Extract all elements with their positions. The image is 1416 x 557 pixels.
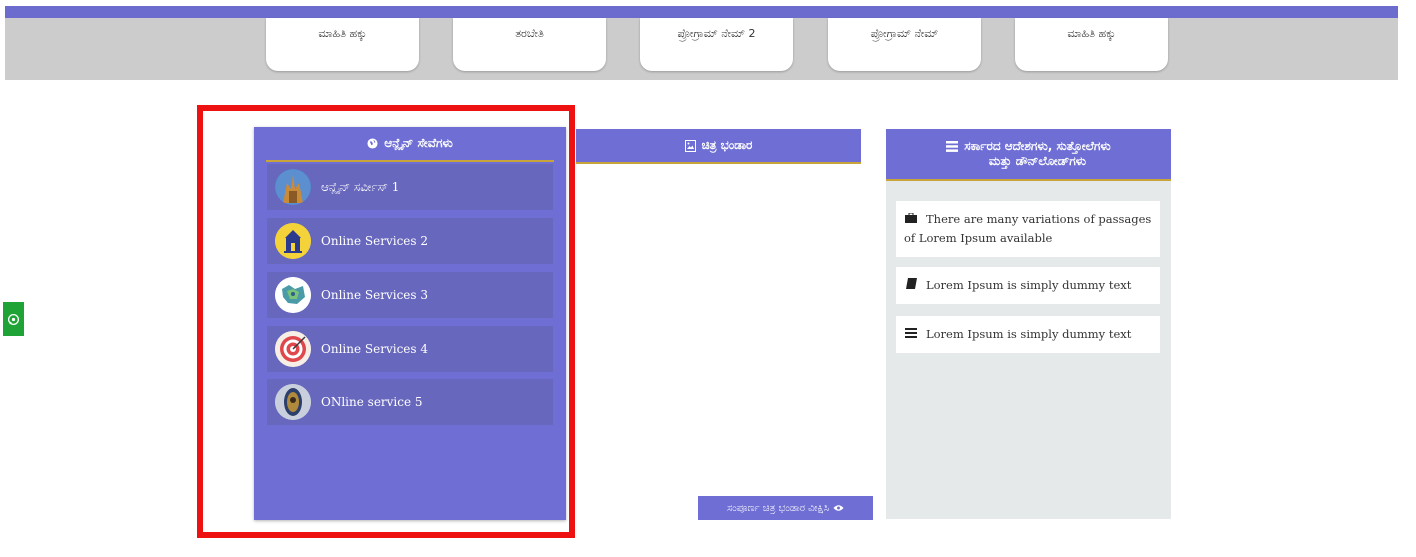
- view-full-gallery-label: ಸಂಪೂರ್ಣ ಚಿತ್ರ ಭಂಡಾರ ವೀಕ್ಷಿಸಿ: [726, 502, 830, 514]
- view-full-gallery-button[interactable]: ಸಂಪೂರ್ಣ ಚಿತ್ರ ಭಂಡಾರ ವೀಕ್ಷಿಸಿ: [698, 496, 873, 520]
- list-icon: [904, 325, 918, 344]
- list-icon: [946, 141, 959, 152]
- image-file-icon: [684, 139, 696, 152]
- tab-rti-1[interactable]: ಮಾಹಿತಿ ಹಕ್ಕು: [266, 18, 419, 71]
- order-item-text: Lorem Ipsum is simply dummy text: [926, 278, 1132, 292]
- order-item-2[interactable]: Lorem Ipsum is simply dummy text: [896, 267, 1160, 304]
- orders-title-line2: ಮತ್ತು ಡೌನ್‌ಲೋಡ್‌ಗಳು: [988, 154, 1087, 168]
- tab-label: ಪ್ರೋಗ್ರಾಮ್ ನೇಮ್: [870, 27, 939, 40]
- tab-label: ಮಾಹಿತಿ ಹಕ್ಕು: [1067, 27, 1116, 40]
- tab-label: ತರಬೇತಿ: [515, 27, 544, 40]
- building-icon: [275, 223, 311, 259]
- top-accent-bar: [5, 6, 1398, 18]
- service-item-5[interactable]: ONline service 5: [267, 379, 553, 425]
- tab-rti-2[interactable]: ಮಾಹಿತಿ ಹಕ್ಕು: [1015, 18, 1168, 71]
- tab-program-name-2[interactable]: ಪ್ರೋಗ್ರಾಮ್ ನೇಮ್ 2: [640, 18, 793, 71]
- briefcase-icon: [904, 210, 918, 229]
- gallery-header: ಚಿತ್ರ ಭಂಡಾರ: [576, 129, 861, 164]
- online-services-header: ಆನ್ಲೈನ್ ಸೇವೆಗಳು: [254, 127, 566, 162]
- order-item-3[interactable]: Lorem Ipsum is simply dummy text: [896, 316, 1160, 353]
- online-services-panel: ಆನ್ಲೈನ್ ಸೇವೆಗಳು ಆನ್ಲೈನ್ ಸರ್ವೀಸ್ 1 Online…: [254, 127, 566, 520]
- shrine-icon: [275, 384, 311, 420]
- service-item-1[interactable]: ಆನ್ಲೈನ್ ಸರ್ವೀಸ್ 1: [267, 164, 553, 210]
- online-services-title: ಆನ್ಲೈನ್ ಸೇವೆಗಳು: [384, 136, 453, 150]
- tab-label: ಮಾಹಿತಿ ಹಕ್ಕು: [318, 27, 367, 40]
- service-item-2[interactable]: Online Services 2: [267, 218, 553, 264]
- orders-list: There are many variations of passages of…: [886, 181, 1171, 519]
- service-item-4[interactable]: Online Services 4: [267, 326, 553, 372]
- service-item-3[interactable]: Online Services 3: [267, 272, 553, 318]
- service-label: ONline service 5: [321, 395, 423, 409]
- temple-icon: [275, 169, 311, 205]
- order-item-1[interactable]: There are many variations of passages of…: [896, 201, 1160, 257]
- target-icon: [275, 331, 311, 367]
- whatsapp-icon: [7, 313, 20, 325]
- order-item-text: There are many variations of passages of…: [904, 212, 1152, 245]
- service-label: Online Services 2: [321, 234, 428, 248]
- gallery-title: ಚಿತ್ರ ಭಂಡಾರ: [701, 138, 753, 152]
- orders-title-line1: ಸರ್ಕಾರದ ಆದೇಶಗಳು, ಸುತ್ತೋಲೆಗಳು: [964, 139, 1111, 153]
- service-label: Online Services 4: [321, 342, 428, 356]
- globe-icon: [367, 138, 378, 149]
- whatsapp-button[interactable]: [3, 302, 24, 336]
- header-underline: [576, 162, 861, 164]
- header-underline: [266, 160, 554, 162]
- service-label: Online Services 3: [321, 288, 428, 302]
- map-icon: [275, 277, 311, 313]
- book-icon: [904, 276, 918, 295]
- tab-label: ಪ್ರೋಗ್ರಾಮ್ ನೇಮ್ 2: [677, 27, 756, 40]
- tab-program-name[interactable]: ಪ್ರೋಗ್ರಾಮ್ ನೇಮ್: [828, 18, 981, 71]
- eye-icon: [833, 505, 844, 511]
- service-label: ಆನ್ಲೈನ್ ಸರ್ವೀಸ್ 1: [321, 179, 400, 194]
- order-item-text: Lorem Ipsum is simply dummy text: [926, 327, 1132, 341]
- orders-header: ಸರ್ಕಾರದ ಆದೇಶಗಳು, ಸುತ್ತೋಲೆಗಳು ಮತ್ತು ಡೌನ್‌…: [886, 129, 1171, 181]
- tab-training[interactable]: ತರಬೇತಿ: [453, 18, 606, 71]
